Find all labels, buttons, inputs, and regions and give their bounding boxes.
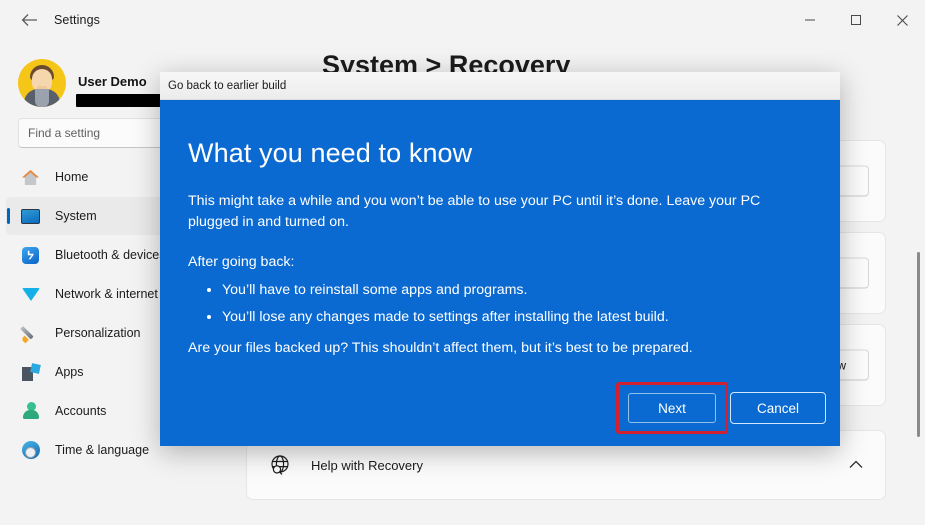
window-title: Settings [54,13,100,27]
sidebar-item-label: Personalization [55,326,141,340]
home-icon [20,167,41,188]
help-with-recovery-label: Help with Recovery [311,457,423,473]
dialog-title: Go back to earlier build [168,79,287,92]
sidebar-item-label: Time & language [55,443,150,457]
sidebar-item-label: Network & internet [55,287,158,301]
dialog-paragraph-3: Are your files backed up? This shouldn’t… [188,339,693,356]
bluetooth-icon: ᔭ [20,245,41,266]
window-titlebar: Settings [0,0,925,40]
avatar [18,59,66,107]
next-button[interactable]: Next [628,393,716,423]
chevron-up-icon[interactable] [849,456,863,474]
back-button[interactable] [12,5,46,35]
dialog-paragraph-2: After going back: [188,253,295,270]
dialog-heading: What you need to know [188,138,473,168]
maximize-button[interactable] [833,0,879,40]
clock-icon [20,440,41,461]
dialog-bullet-list: You’ll have to reinstall some apps and p… [222,279,808,328]
account-icon [20,401,41,422]
maximize-icon [850,14,862,26]
system-icon [20,206,41,227]
cancel-button[interactable]: Cancel [730,392,826,424]
minimize-icon [804,14,816,26]
go-back-dialog: Go back to earlier build What you need t… [160,72,840,446]
sidebar-item-label: Apps [55,365,84,379]
close-button[interactable] [879,0,925,40]
list-item: You’ll have to reinstall some apps and p… [222,279,808,301]
sidebar-item-label: Bluetooth & devices [55,248,166,262]
network-icon [20,284,41,305]
minimize-button[interactable] [787,0,833,40]
apps-icon [20,362,41,383]
paintbrush-icon [20,323,41,344]
sidebar-item-label: Accounts [55,404,107,418]
scrollbar-thumb[interactable] [917,252,920,437]
back-arrow-icon [21,13,38,27]
profile-name: User Demo [78,74,147,89]
sidebar-item-label: System [55,209,97,223]
dialog-paragraph-1: This might take a while and you won’t be… [188,193,761,231]
settings-window: Settings User Demo Find a setting Home S… [0,0,925,525]
sidebar-item-label: Home [55,170,89,184]
globe-search-icon [267,452,293,478]
dialog-titlebar: Go back to earlier build [160,72,840,100]
close-icon [896,14,909,27]
dialog-body: What you need to know This might take a … [160,100,840,446]
list-item: You’ll lose any changes made to settings… [222,306,808,328]
content-scrollbar[interactable] [915,92,922,504]
window-caption-buttons [787,0,925,40]
dialog-actions: Next Cancel [616,382,826,434]
